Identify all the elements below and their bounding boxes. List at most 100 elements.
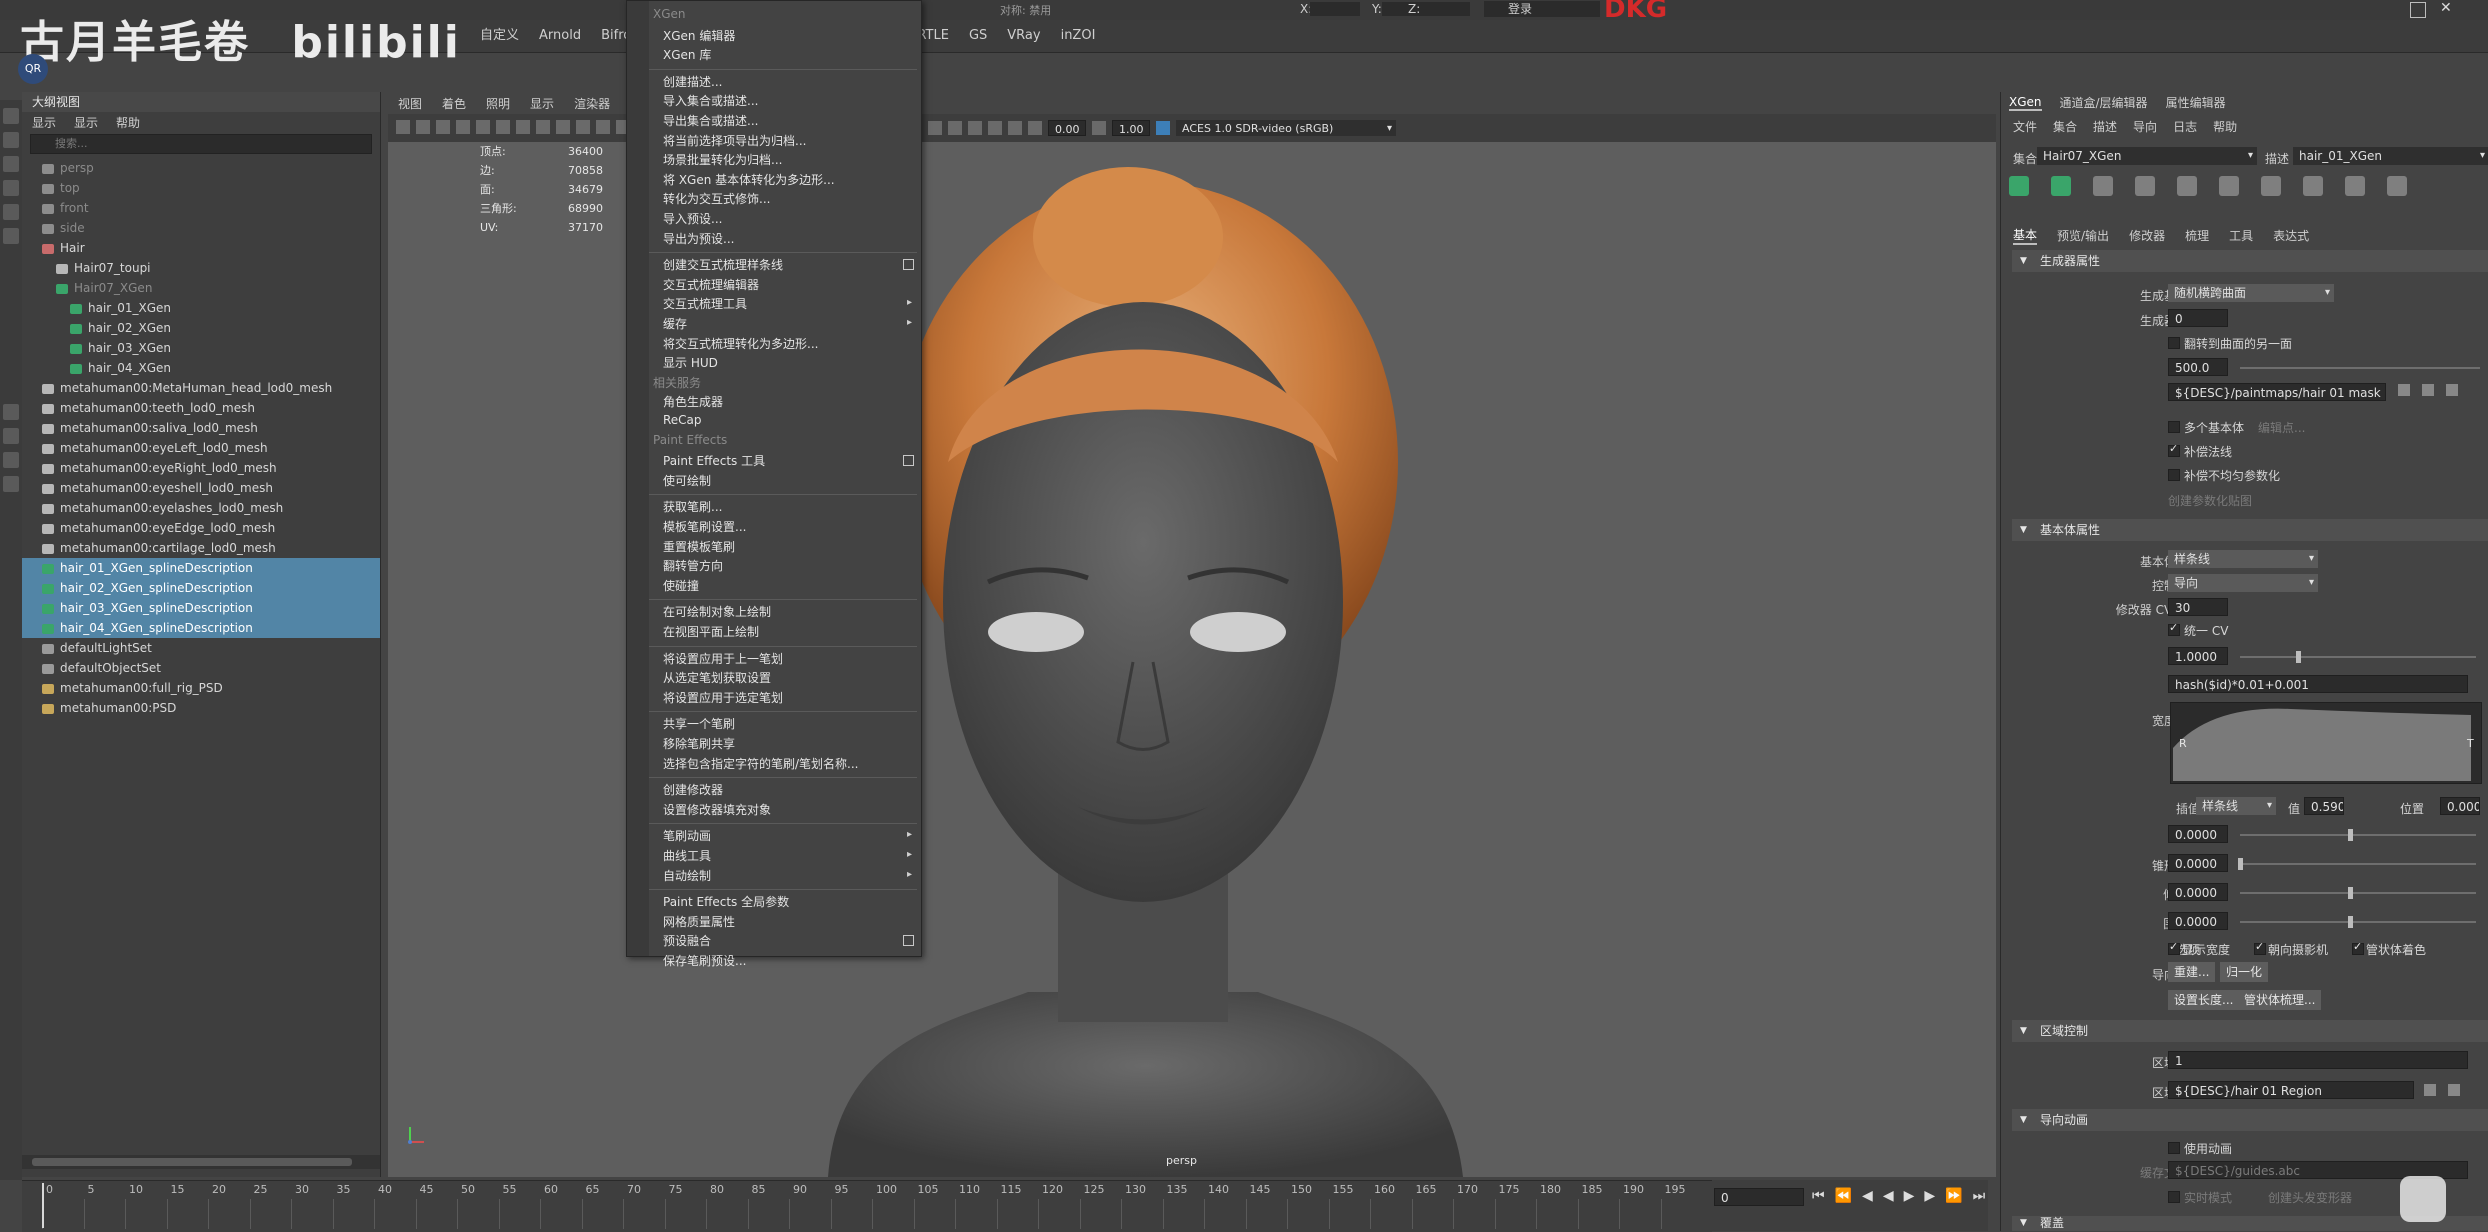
menu-item[interactable]: 从选定笔划获取设置 — [663, 669, 771, 686]
menu-item[interactable]: 导入预设... — [663, 210, 722, 227]
select-tool-icon[interactable] — [3, 108, 19, 124]
camera-attr-icon[interactable] — [928, 121, 942, 135]
live-mode-checkbox[interactable] — [2168, 1191, 2180, 1203]
outliner-menu-item-2[interactable]: 帮助 — [116, 114, 140, 131]
add-guide-icon[interactable] — [2093, 176, 2113, 196]
menu-item[interactable]: 交互式梳理编辑器 — [663, 276, 759, 293]
prim-type-dropdown[interactable]: 样条线 — [2168, 550, 2318, 568]
xgen-menu-0[interactable]: 文件 — [2013, 118, 2037, 135]
outliner-menu-item-0[interactable]: 显示 — [32, 114, 56, 131]
outliner-item[interactable]: metahuman00:eyeLeft_lod0_mesh — [22, 438, 380, 458]
viewport-menu-item-2[interactable]: 照明 — [486, 95, 510, 112]
exposure-field[interactable]: 0.00 — [1048, 120, 1086, 136]
color-mgmt-icon[interactable] — [1156, 121, 1170, 135]
menu-item[interactable]: 共享一个笔刷 — [663, 715, 735, 732]
bend-guide-icon[interactable] — [2303, 176, 2323, 196]
menu-item[interactable]: 交互式梳理工具 — [663, 295, 747, 312]
outliner-item[interactable]: metahuman00:teeth_lod0_mesh — [22, 398, 380, 418]
scale-tool-icon[interactable] — [3, 228, 19, 244]
control-dropdown[interactable]: 导向 — [2168, 574, 2318, 592]
time-slider[interactable]: 0 5 10 15 20 25 30 35 40 45 50 55 60 65 70 75 80 85 90 95 10… — [22, 1180, 1712, 1232]
opt1-checkbox[interactable]: ✓ — [2168, 940, 2180, 955]
outliner-item[interactable]: Hair07_XGen — [22, 278, 380, 298]
panel-tab-1[interactable]: 通道盒/层编辑器 — [2060, 94, 2148, 111]
menu-item[interactable]: 在视图平面上绘制 — [663, 623, 759, 640]
close-icon[interactable]: ✕ — [2440, 0, 2452, 16]
xgen-menu-5[interactable]: 帮助 — [2213, 118, 2237, 135]
opt2-checkbox[interactable]: ✓ — [2254, 940, 2266, 955]
curves-to-guide-icon[interactable] — [2387, 176, 2407, 196]
lights-icon[interactable] — [576, 120, 590, 134]
outliner-item[interactable]: hair_02_XGen_splineDescription — [22, 578, 380, 598]
around-field[interactable]: 0.0000 — [2168, 912, 2228, 930]
visibility-icon[interactable] — [2009, 176, 2029, 196]
xgen-menu-2[interactable]: 描述 — [2093, 118, 2117, 135]
preview-icon[interactable] — [2051, 176, 2071, 196]
outliner-item[interactable]: hair_02_XGen — [22, 318, 380, 338]
xgen-subtab-4[interactable]: 工具 — [2229, 227, 2253, 244]
density-field[interactable]: 500.0 — [2168, 358, 2228, 376]
outliner-item[interactable]: metahuman00:full_rig_PSD — [22, 678, 380, 698]
val-field[interactable]: 0.590 — [2304, 797, 2344, 815]
play-forward-icon[interactable]: ▶ — [1904, 1188, 1915, 1204]
menu-item[interactable]: 创建描述... — [663, 73, 722, 90]
use-anim-checkbox[interactable] — [2168, 1142, 2180, 1154]
menu-item[interactable]: 移除笔刷共享 — [663, 735, 735, 752]
taper-slider-knob[interactable] — [2348, 829, 2353, 841]
outliner-item[interactable]: top — [22, 178, 380, 198]
taper-start-field[interactable]: 0.0000 — [2168, 854, 2228, 872]
around-slider-knob[interactable] — [2348, 916, 2353, 928]
outliner-item[interactable]: persp — [22, 158, 380, 178]
layout-four-icon[interactable] — [3, 428, 19, 444]
menu-item[interactable]: Paint Effects 全局参数 — [663, 893, 789, 910]
menu-item[interactable]: XGen 库 — [663, 46, 711, 63]
outliner-item[interactable]: metahuman00:cartilage_lod0_mesh — [22, 538, 380, 558]
length-slider-knob[interactable] — [2296, 651, 2301, 663]
length-slider[interactable] — [2240, 656, 2476, 658]
outliner-item[interactable]: defaultObjectSet — [22, 658, 380, 678]
xgen-subtab-5[interactable]: 表达式 — [2273, 227, 2309, 244]
menu-item[interactable]: 创建修改器 — [663, 781, 723, 798]
move-tool-icon[interactable] — [3, 180, 19, 196]
around-slider[interactable] — [2240, 921, 2476, 923]
xgen-subtab-2[interactable]: 修改器 — [2129, 227, 2165, 244]
width-field[interactable]: hash($id)*0.01+0.001 — [2168, 675, 2468, 693]
menu-item[interactable]: 创建交互式梳理样条线 — [663, 256, 783, 273]
viewport-menu-item-1[interactable]: 着色 — [442, 95, 466, 112]
xgen-subtab-1[interactable]: 预览/输出 — [2057, 227, 2109, 244]
unify-checkbox[interactable]: ✓ — [2168, 621, 2180, 636]
cv-field[interactable]: 30 — [2168, 598, 2228, 616]
outliner-item[interactable]: hair_04_XGen — [22, 358, 380, 378]
seed-field[interactable]: 0 — [2168, 309, 2228, 327]
menu-item[interactable]: 在可绘制对象上绘制 — [663, 603, 771, 620]
menu-item[interactable]: 显示 HUD — [663, 354, 718, 371]
section-generator[interactable]: 生成器属性 — [2012, 250, 2488, 272]
normalize-button[interactable]: 归一化 — [2220, 962, 2269, 982]
rotate-tool-icon[interactable] — [3, 204, 19, 220]
taper-start-slider-knob[interactable] — [2238, 858, 2243, 870]
section-region[interactable]: 区域控制 — [2012, 1020, 2488, 1042]
option-box-icon[interactable] — [903, 935, 914, 947]
xgen-subtab-3[interactable]: 梳理 — [2185, 227, 2209, 244]
window-restore-icon[interactable] — [2410, 2, 2426, 18]
go-end-icon[interactable]: ⏭ — [1973, 1188, 1986, 1204]
width-ramp[interactable]: R T — [2170, 702, 2482, 784]
region-mask-field[interactable]: 1 — [2168, 1051, 2468, 1069]
taper-field[interactable]: 0.0000 — [2168, 825, 2228, 843]
region-map-field[interactable]: ${DESC}/hair 01 Region — [2168, 1081, 2414, 1099]
grid-icon[interactable] — [968, 121, 982, 135]
option-box-icon[interactable] — [903, 259, 914, 271]
gamma-icon[interactable] — [1092, 121, 1106, 135]
length-field[interactable]: 1.0000 — [2168, 647, 2228, 665]
mask-field[interactable]: ${DESC}/paintmaps/hair 01 mask — [2168, 383, 2386, 401]
layout-two-icon[interactable] — [3, 452, 19, 468]
description-dropdown[interactable]: hair_01_XGen — [2293, 147, 2488, 165]
menu-item[interactable]: 角色生成器 — [663, 393, 723, 410]
menu-item[interactable]: 缓存 — [663, 315, 687, 332]
outliner-item[interactable]: hair_04_XGen_splineDescription — [22, 618, 380, 638]
menu-item[interactable]: 笔刷动画 — [663, 827, 711, 844]
step-back-key-icon[interactable]: ⏪ — [1835, 1188, 1852, 1204]
outliner-item[interactable]: metahuman00:PSD — [22, 698, 380, 718]
guide-to-curves-icon[interactable] — [2345, 176, 2365, 196]
opt3-checkbox[interactable]: ✓ — [2352, 940, 2364, 955]
